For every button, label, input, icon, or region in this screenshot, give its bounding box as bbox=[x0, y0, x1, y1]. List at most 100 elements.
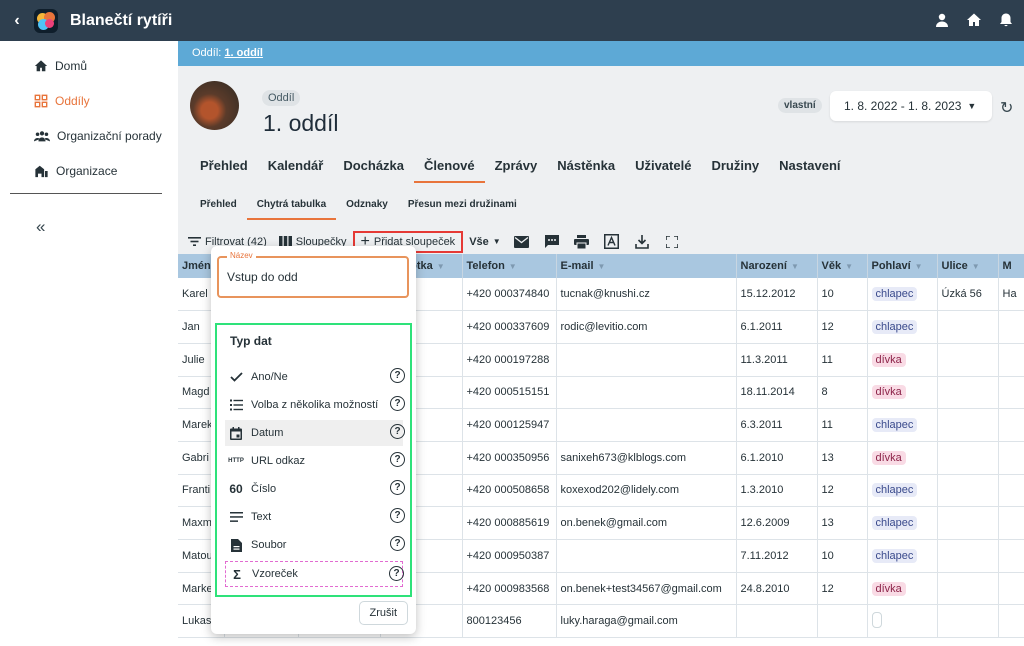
type-option-url[interactable]: HTTP URL odkaz ? bbox=[225, 448, 405, 474]
table-cell[interactable]: 7.11.2012 bbox=[736, 539, 818, 573]
table-cell[interactable]: 12 bbox=[817, 310, 868, 344]
help-icon[interactable]: ? bbox=[390, 424, 405, 439]
collapse-sidebar-icon[interactable]: « bbox=[36, 217, 45, 237]
type-option-file[interactable]: Soubor ? bbox=[225, 532, 405, 558]
table-cell[interactable] bbox=[817, 604, 868, 639]
table-cell[interactable]: on.benek+test34567@gmail.com bbox=[556, 572, 737, 606]
breadcrumb-link[interactable]: 1. oddíl bbox=[224, 47, 263, 59]
tab-settings[interactable]: Nastavení bbox=[769, 156, 850, 183]
table-cell[interactable]: on.benek@gmail.com bbox=[556, 506, 737, 540]
table-cell[interactable]: 6.1.2011 bbox=[736, 310, 818, 344]
table-cell[interactable] bbox=[556, 408, 737, 442]
table-cell[interactable] bbox=[556, 343, 737, 377]
user-icon[interactable] bbox=[932, 10, 952, 30]
column-header[interactable]: Telefon ▼ bbox=[462, 254, 557, 278]
help-icon[interactable]: ? bbox=[390, 508, 405, 523]
table-cell[interactable]: 8 bbox=[817, 376, 868, 410]
table-cell[interactable]: 11.3.2011 bbox=[736, 343, 818, 377]
column-header[interactable]: Narození ▼ bbox=[736, 254, 818, 278]
subtab-overview[interactable]: Přehled bbox=[190, 197, 247, 220]
table-cell[interactable]: +420 000374840 bbox=[462, 278, 557, 312]
sort-icon[interactable]: ▼ bbox=[845, 262, 853, 271]
table-cell[interactable]: 11 bbox=[817, 343, 868, 377]
sort-icon[interactable]: ▼ bbox=[509, 262, 517, 271]
print-icon[interactable] bbox=[567, 234, 597, 249]
table-cell[interactable]: luky.haraga@gmail.com bbox=[556, 604, 737, 639]
table-cell[interactable] bbox=[937, 572, 999, 606]
back-arrow-icon[interactable]: ‹ bbox=[0, 0, 34, 41]
table-cell[interactable] bbox=[998, 343, 1024, 377]
column-name-input[interactable] bbox=[227, 270, 397, 284]
table-cell[interactable]: 12 bbox=[817, 474, 868, 508]
tab-attendance[interactable]: Docházka bbox=[333, 156, 414, 183]
tab-board[interactable]: Nástěnka bbox=[547, 156, 625, 183]
sidebar-item-units[interactable]: Oddíly bbox=[34, 94, 90, 108]
table-cell[interactable]: 11 bbox=[817, 408, 868, 442]
sort-icon[interactable]: ▼ bbox=[598, 262, 606, 271]
column-header[interactable]: Ulice ▼ bbox=[937, 254, 999, 278]
scope-select[interactable]: Vše ▼ bbox=[463, 231, 507, 253]
table-cell[interactable] bbox=[556, 376, 737, 410]
sidebar-item-home[interactable]: Domů bbox=[34, 59, 87, 73]
column-header[interactable]: E-mail ▼ bbox=[556, 254, 737, 278]
tab-overview[interactable]: Přehled bbox=[190, 156, 258, 183]
table-cell[interactable]: 18.11.2014 bbox=[736, 376, 818, 410]
table-cell[interactable]: 15.12.2012 bbox=[736, 278, 818, 312]
table-cell[interactable]: 24.8.2010 bbox=[736, 572, 818, 606]
sort-icon[interactable]: ▼ bbox=[437, 262, 445, 271]
table-cell[interactable]: koxexod202@lidely.com bbox=[556, 474, 737, 508]
table-cell[interactable]: 12 bbox=[817, 572, 868, 606]
bell-icon[interactable] bbox=[996, 10, 1016, 30]
table-cell[interactable]: 800123456 bbox=[462, 604, 557, 639]
column-header[interactable]: Pohlaví ▼ bbox=[867, 254, 938, 278]
table-cell[interactable] bbox=[998, 408, 1024, 442]
table-cell[interactable] bbox=[998, 376, 1024, 410]
help-icon[interactable]: ? bbox=[390, 368, 405, 383]
column-name-field[interactable]: Název bbox=[217, 251, 409, 298]
table-cell[interactable]: chlapec bbox=[867, 278, 938, 312]
table-cell[interactable] bbox=[937, 539, 999, 573]
table-cell[interactable] bbox=[998, 441, 1024, 475]
table-cell[interactable] bbox=[998, 539, 1024, 573]
table-cell[interactable]: 10 bbox=[817, 539, 868, 573]
table-cell[interactable]: dívka bbox=[867, 376, 938, 410]
table-cell[interactable]: +420 000515151 bbox=[462, 376, 557, 410]
tab-calendar[interactable]: Kalendář bbox=[258, 156, 334, 183]
subtab-transfer[interactable]: Přesun mezi družinami bbox=[398, 197, 527, 220]
type-option-date[interactable]: Datum ? bbox=[225, 420, 405, 446]
tab-members[interactable]: Členové bbox=[414, 156, 485, 183]
table-cell[interactable] bbox=[937, 506, 999, 540]
type-option-number[interactable]: 60 Číslo ? bbox=[225, 476, 405, 502]
table-cell[interactable] bbox=[998, 506, 1024, 540]
table-cell[interactable]: Ha bbox=[998, 278, 1024, 312]
table-cell[interactable]: chlapec bbox=[867, 310, 938, 344]
cancel-button[interactable]: Zrušit bbox=[358, 601, 408, 625]
table-cell[interactable] bbox=[998, 604, 1024, 639]
table-cell[interactable]: dívka bbox=[867, 572, 938, 606]
type-option-formula[interactable]: Σ Vzoreček ? bbox=[225, 561, 404, 587]
table-cell[interactable]: +420 000197288 bbox=[462, 343, 557, 377]
sidebar-item-organization[interactable]: Organizace bbox=[34, 164, 117, 178]
type-option-yes-no[interactable]: Ano/Ne ? bbox=[225, 364, 405, 390]
subtab-badges[interactable]: Odznaky bbox=[336, 197, 398, 220]
table-cell[interactable] bbox=[937, 408, 999, 442]
table-cell[interactable]: 13 bbox=[817, 441, 868, 475]
table-cell[interactable] bbox=[998, 310, 1024, 344]
subtab-smart-table[interactable]: Chytrá tabulka bbox=[246, 197, 337, 220]
table-cell[interactable]: dívka bbox=[867, 343, 938, 377]
sms-icon[interactable] bbox=[537, 234, 567, 249]
table-cell[interactable] bbox=[556, 539, 737, 573]
table-cell[interactable]: chlapec bbox=[867, 506, 938, 540]
table-cell[interactable] bbox=[998, 572, 1024, 606]
home-icon[interactable] bbox=[964, 10, 984, 30]
table-cell[interactable]: rodic@levitio.com bbox=[556, 310, 737, 344]
table-cell[interactable]: 12.6.2009 bbox=[736, 506, 818, 540]
column-header[interactable]: M bbox=[998, 254, 1024, 278]
refresh-icon[interactable]: ↻ bbox=[1000, 98, 1013, 118]
tab-users[interactable]: Uživatelé bbox=[625, 156, 701, 183]
table-cell[interactable]: +420 000508658 bbox=[462, 474, 557, 508]
table-cell[interactable]: sanixeh673@klblogs.com bbox=[556, 441, 737, 475]
table-cell[interactable] bbox=[867, 604, 938, 639]
table-cell[interactable] bbox=[937, 343, 999, 377]
type-option-choice[interactable]: Volba z několika možností ? bbox=[225, 392, 405, 418]
